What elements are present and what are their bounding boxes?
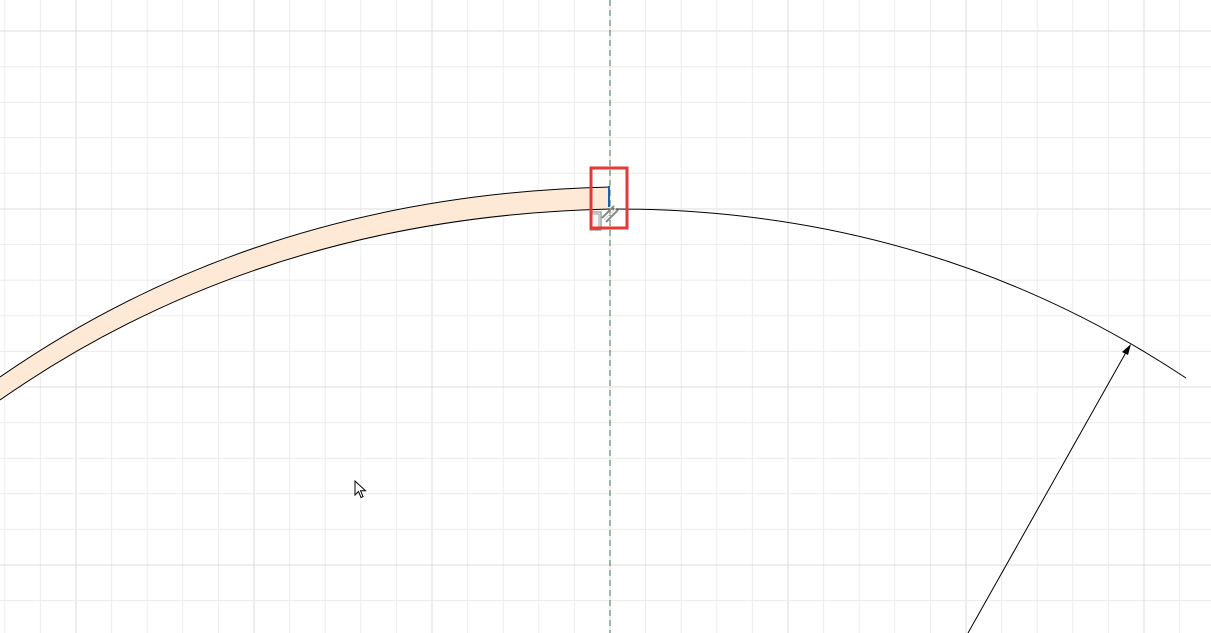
sketch-drawing[interactable]	[0, 0, 1211, 633]
sketch-profile-region[interactable]	[0, 187, 610, 400]
radius-dimension-line[interactable]	[967, 346, 1130, 633]
profile-outer-arc[interactable]	[0, 186, 611, 378]
sketch-canvas[interactable]	[0, 0, 1211, 633]
sketch-arc[interactable]	[609, 208, 1187, 379]
arrow-cursor-icon	[354, 480, 367, 499]
sketch-grid	[0, 0, 1211, 633]
radius-dimension-arrowhead	[1122, 344, 1131, 355]
